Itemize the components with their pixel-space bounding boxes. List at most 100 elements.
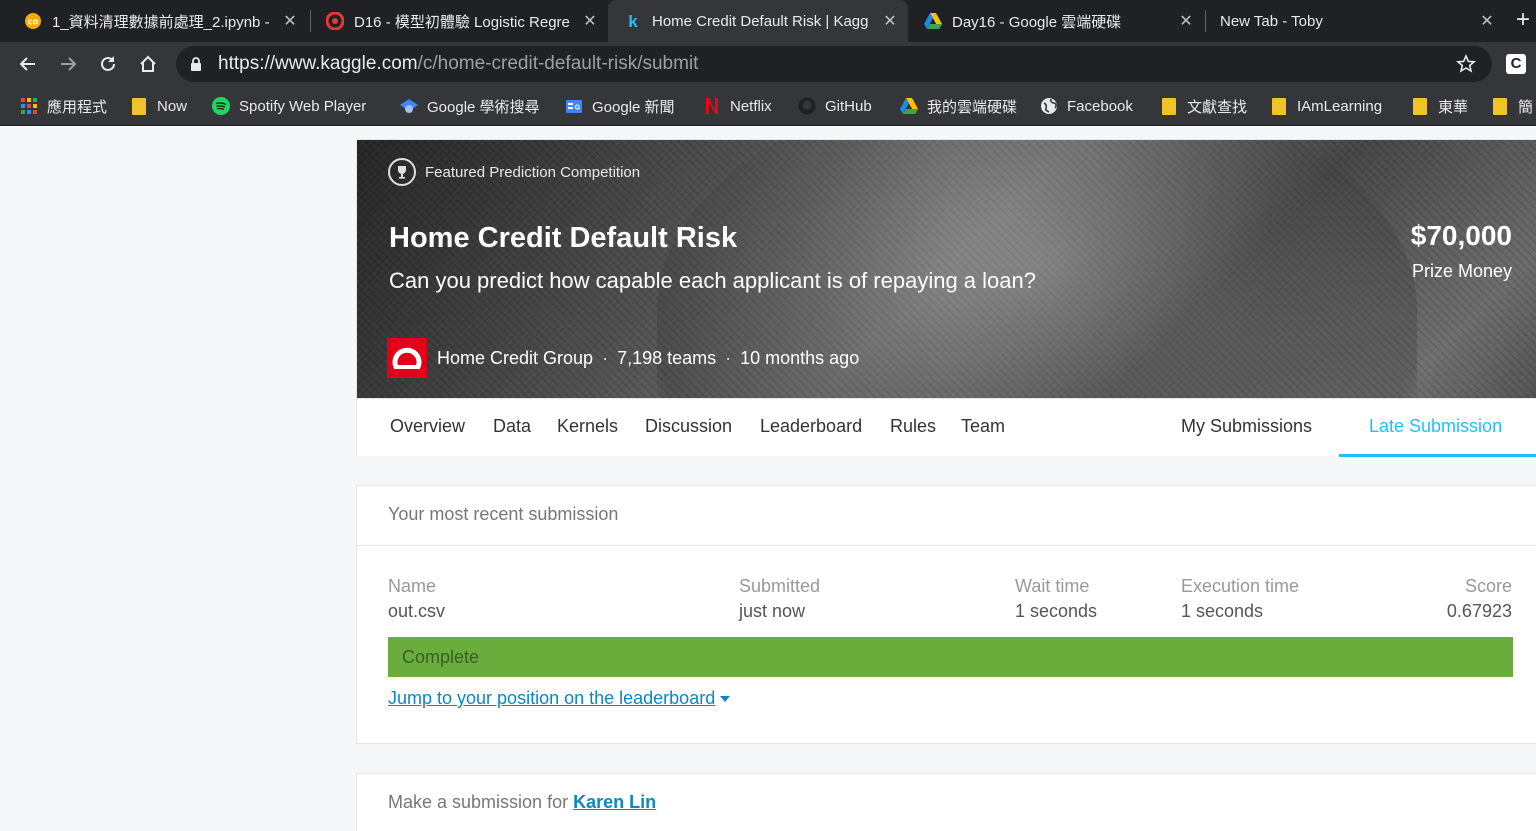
wait-time-label: Wait time (1015, 576, 1090, 596)
recent-submission-heading: Your most recent submission (357, 486, 1536, 546)
svg-text:co: co (28, 17, 39, 27)
tab-data[interactable]: Data (493, 399, 531, 457)
browser-tab[interactable]: New Tab - Toby ✕ (1205, 0, 1505, 42)
bookmarks-bar: 應用程式 Now Spotify Web Player Google 學術搜尋 … (0, 86, 1536, 126)
address-bar[interactable]: https://www.kaggle.com/c/home-credit-def… (176, 46, 1492, 82)
folder-icon (1491, 97, 1509, 115)
home-icon[interactable] (136, 52, 160, 76)
cupoy-icon (326, 12, 344, 30)
tab-title: 1_資料清理數據前處理_2.ipynb - (52, 13, 270, 31)
submitted-label: Submitted (739, 576, 821, 596)
forward-arrow-icon[interactable] (56, 52, 80, 76)
bookmark-folder[interactable]: 簡 (1491, 86, 1536, 126)
make-submission-heading: Make a submission for Karen Lin (388, 792, 656, 813)
make-submission-prefix: Make a submission for (388, 792, 569, 812)
competition-hero-image: Featured Prediction Competition Home Cre… (357, 140, 1536, 398)
bookmark-folder[interactable]: IAmLearning (1270, 86, 1382, 126)
jump-link-text: Jump to your position on the leaderboard (388, 688, 716, 708)
github-icon (798, 97, 816, 115)
tab-team[interactable]: Team (961, 399, 1005, 457)
bookmark-drive[interactable]: 我的雲端硬碟 (900, 86, 1017, 126)
bookmark-folder[interactable]: 東華 (1411, 86, 1468, 126)
caret-down-icon (720, 695, 731, 702)
lock-icon[interactable] (190, 56, 204, 72)
close-icon[interactable]: ✕ (278, 11, 302, 31)
prize-label: Prize Money (1411, 261, 1512, 281)
tab-discussion[interactable]: Discussion (645, 399, 732, 457)
tab-overview[interactable]: Overview (390, 399, 465, 457)
bookmark-label: Now (157, 97, 188, 115)
close-icon[interactable]: ✕ (578, 11, 602, 31)
bookmark-spotify[interactable]: Spotify Web Player (212, 86, 366, 126)
svg-text:G: G (575, 105, 581, 112)
featured-label: Featured Prediction Competition (388, 158, 640, 186)
reload-icon[interactable] (96, 52, 120, 76)
bookmark-label: Facebook (1067, 97, 1133, 115)
bookmark-netflix[interactable]: Netflix (703, 86, 772, 126)
netflix-icon (703, 97, 721, 115)
bookmark-apps[interactable]: 應用程式 (20, 86, 107, 126)
tab-kernels[interactable]: Kernels (557, 399, 618, 457)
back-arrow-icon[interactable] (16, 52, 40, 76)
bookmark-folder[interactable]: 文獻查找 (1160, 86, 1247, 126)
competition-age: 10 months ago (740, 347, 860, 368)
separator-dot: · (602, 347, 609, 368)
bookmark-facebook[interactable]: Facebook (1040, 86, 1133, 126)
wait-time-value: 1 seconds (1015, 601, 1098, 621)
home-credit-logo-icon[interactable] (387, 338, 427, 378)
competition-subtitle: Can you predict how capable each applica… (389, 268, 1036, 293)
team-count[interactable]: 7,198 teams (617, 348, 716, 369)
make-submission-card: Make a submission for Karen Lin (356, 773, 1536, 831)
bookmark-github[interactable]: GitHub (798, 86, 872, 126)
news-icon: G (565, 97, 583, 115)
tab-late-submission[interactable]: Late Submission (1339, 399, 1536, 457)
folder-icon (130, 97, 148, 115)
extension-c-icon[interactable]: C (1506, 54, 1526, 74)
new-tab-icon[interactable]: + (1516, 8, 1530, 32)
browser-tab-active[interactable]: k Home Credit Default Risk | Kagg ✕ (608, 0, 908, 42)
score-label: Score (1464, 576, 1512, 596)
bookmark-news[interactable]: G Google 新聞 (565, 86, 675, 126)
tab-title: Day16 - Google 雲端硬碟 (952, 13, 1122, 31)
close-icon[interactable]: ✕ (1475, 11, 1499, 31)
user-link[interactable]: Karen Lin (573, 792, 656, 812)
execution-time-label: Execution time (1181, 576, 1300, 596)
bookmark-label: Google 學術搜尋 (427, 98, 540, 116)
host-name[interactable]: Home Credit Group (437, 348, 593, 369)
bookmark-label: 文獻查找 (1187, 98, 1248, 116)
browser-tab[interactable]: co 1_資料清理數據前處理_2.ipynb - ✕ (8, 0, 308, 42)
competition-nav: Overview Data Kernels Discussion Leaderb… (357, 398, 1536, 457)
trophy-icon (388, 158, 416, 186)
browser-tab[interactable]: D16 - 模型初體驗 Logistic Regre ✕ (310, 0, 608, 42)
drive-icon (924, 12, 942, 30)
tab-title: New Tab - Toby (1220, 12, 1323, 30)
bookmark-label: IAmLearning (1297, 97, 1383, 115)
bookmark-now[interactable]: Now (130, 86, 187, 126)
tab-my-submissions[interactable]: My Submissions (1181, 399, 1312, 457)
url-path: /c/home-credit-default-risk/submit (417, 53, 699, 74)
bookmark-label: Netflix (730, 97, 772, 115)
bookmark-star-icon[interactable] (1456, 54, 1476, 79)
tab-leaderboard[interactable]: Leaderboard (760, 399, 862, 457)
jump-to-leaderboard-link[interactable]: Jump to your position on the leaderboard (388, 688, 731, 709)
recent-submission-card: Your most recent submission Name out.csv… (356, 485, 1536, 744)
tab-title: D16 - 模型初體驗 Logistic Regre (354, 13, 570, 31)
browser-tab-strip: co 1_資料清理數據前處理_2.ipynb - ✕ D16 - 模型初體驗 L… (0, 0, 1536, 42)
close-icon[interactable]: ✕ (1174, 11, 1198, 31)
folder-icon (1411, 97, 1429, 115)
url-host: https://www.kaggle.com (218, 53, 418, 74)
browser-tab[interactable]: Day16 - Google 雲端硬碟 ✕ (908, 0, 1204, 42)
separator-dot: · (725, 347, 732, 368)
competition-title: Home Credit Default Risk (389, 222, 738, 254)
colab-icon: co (24, 12, 42, 30)
url-text[interactable]: https://www.kaggle.com/c/home-credit-def… (218, 53, 698, 75)
tab-rules[interactable]: Rules (890, 399, 936, 457)
folder-icon (1160, 97, 1178, 115)
close-icon[interactable]: ✕ (878, 11, 902, 31)
tab-title: Home Credit Default Risk | Kagg (652, 12, 869, 30)
submission-filename: out.csv (388, 601, 446, 621)
drive-icon (900, 97, 918, 115)
page-content: Featured Prediction Competition Home Cre… (0, 127, 1536, 831)
bookmark-label: Google 新聞 (592, 98, 675, 116)
bookmark-scholar[interactable]: Google 學術搜尋 (400, 86, 540, 126)
